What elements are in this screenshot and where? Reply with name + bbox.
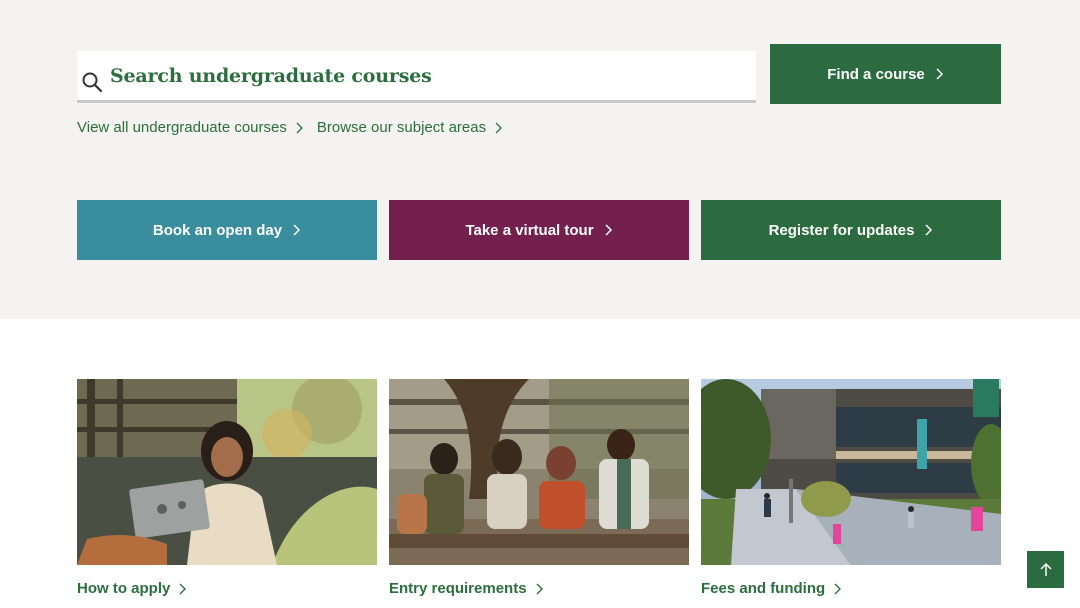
students-sitting-outdoors-photo[interactable] (389, 379, 689, 565)
find-course-label: Find a course (827, 65, 925, 83)
search-icon (82, 72, 103, 93)
chevron-right-icon (925, 224, 933, 236)
book-open-day-button[interactable]: Book an open day (77, 200, 377, 260)
entry-requirements-label: Entry requirements (389, 580, 527, 597)
chevron-right-icon (293, 224, 301, 236)
virtual-tour-button[interactable]: Take a virtual tour (389, 200, 689, 260)
register-updates-label: Register for updates (768, 221, 915, 239)
chevron-right-icon (936, 68, 943, 80)
browse-subject-areas-label: Browse our subject areas (316, 119, 487, 136)
chevron-right-icon (296, 122, 303, 133)
search-placeholder: Search undergraduate courses (110, 65, 432, 87)
entry-requirements-link[interactable]: Entry requirements (389, 580, 689, 597)
card-how-to-apply[interactable]: How to apply (77, 379, 377, 597)
quick-links: View all undergraduate courses Browse ou… (77, 119, 503, 136)
card-fees-and-funding[interactable]: Fees and funding (701, 379, 1001, 597)
student-with-laptop-photo[interactable] (77, 379, 377, 565)
arrow-up-icon (1039, 562, 1052, 576)
view-all-courses-label: View all undergraduate courses (77, 119, 287, 136)
chevron-right-icon (536, 583, 543, 594)
fees-and-funding-label: Fees and funding (701, 580, 826, 597)
view-all-courses-link[interactable]: View all undergraduate courses (77, 119, 303, 136)
virtual-tour-label: Take a virtual tour (465, 221, 594, 239)
browse-subject-areas-link[interactable]: Browse our subject areas (316, 119, 503, 136)
find-course-button[interactable]: Find a course (770, 44, 1001, 104)
campus-building-photo[interactable] (701, 379, 1001, 565)
fees-and-funding-link[interactable]: Fees and funding (701, 580, 1001, 597)
how-to-apply-link[interactable]: How to apply (77, 580, 377, 597)
back-to-top-button[interactable] (1027, 551, 1064, 588)
register-updates-button[interactable]: Register for updates (701, 200, 1001, 260)
chevron-right-icon (179, 583, 187, 594)
card-entry-requirements[interactable]: Entry requirements (389, 379, 689, 597)
chevron-right-icon (834, 583, 842, 594)
chevron-right-icon (605, 224, 612, 236)
search-input[interactable]: Search undergraduate courses (77, 51, 756, 103)
chevron-right-icon (495, 122, 503, 133)
book-open-day-label: Book an open day (152, 221, 283, 239)
how-to-apply-label: How to apply (77, 580, 171, 597)
